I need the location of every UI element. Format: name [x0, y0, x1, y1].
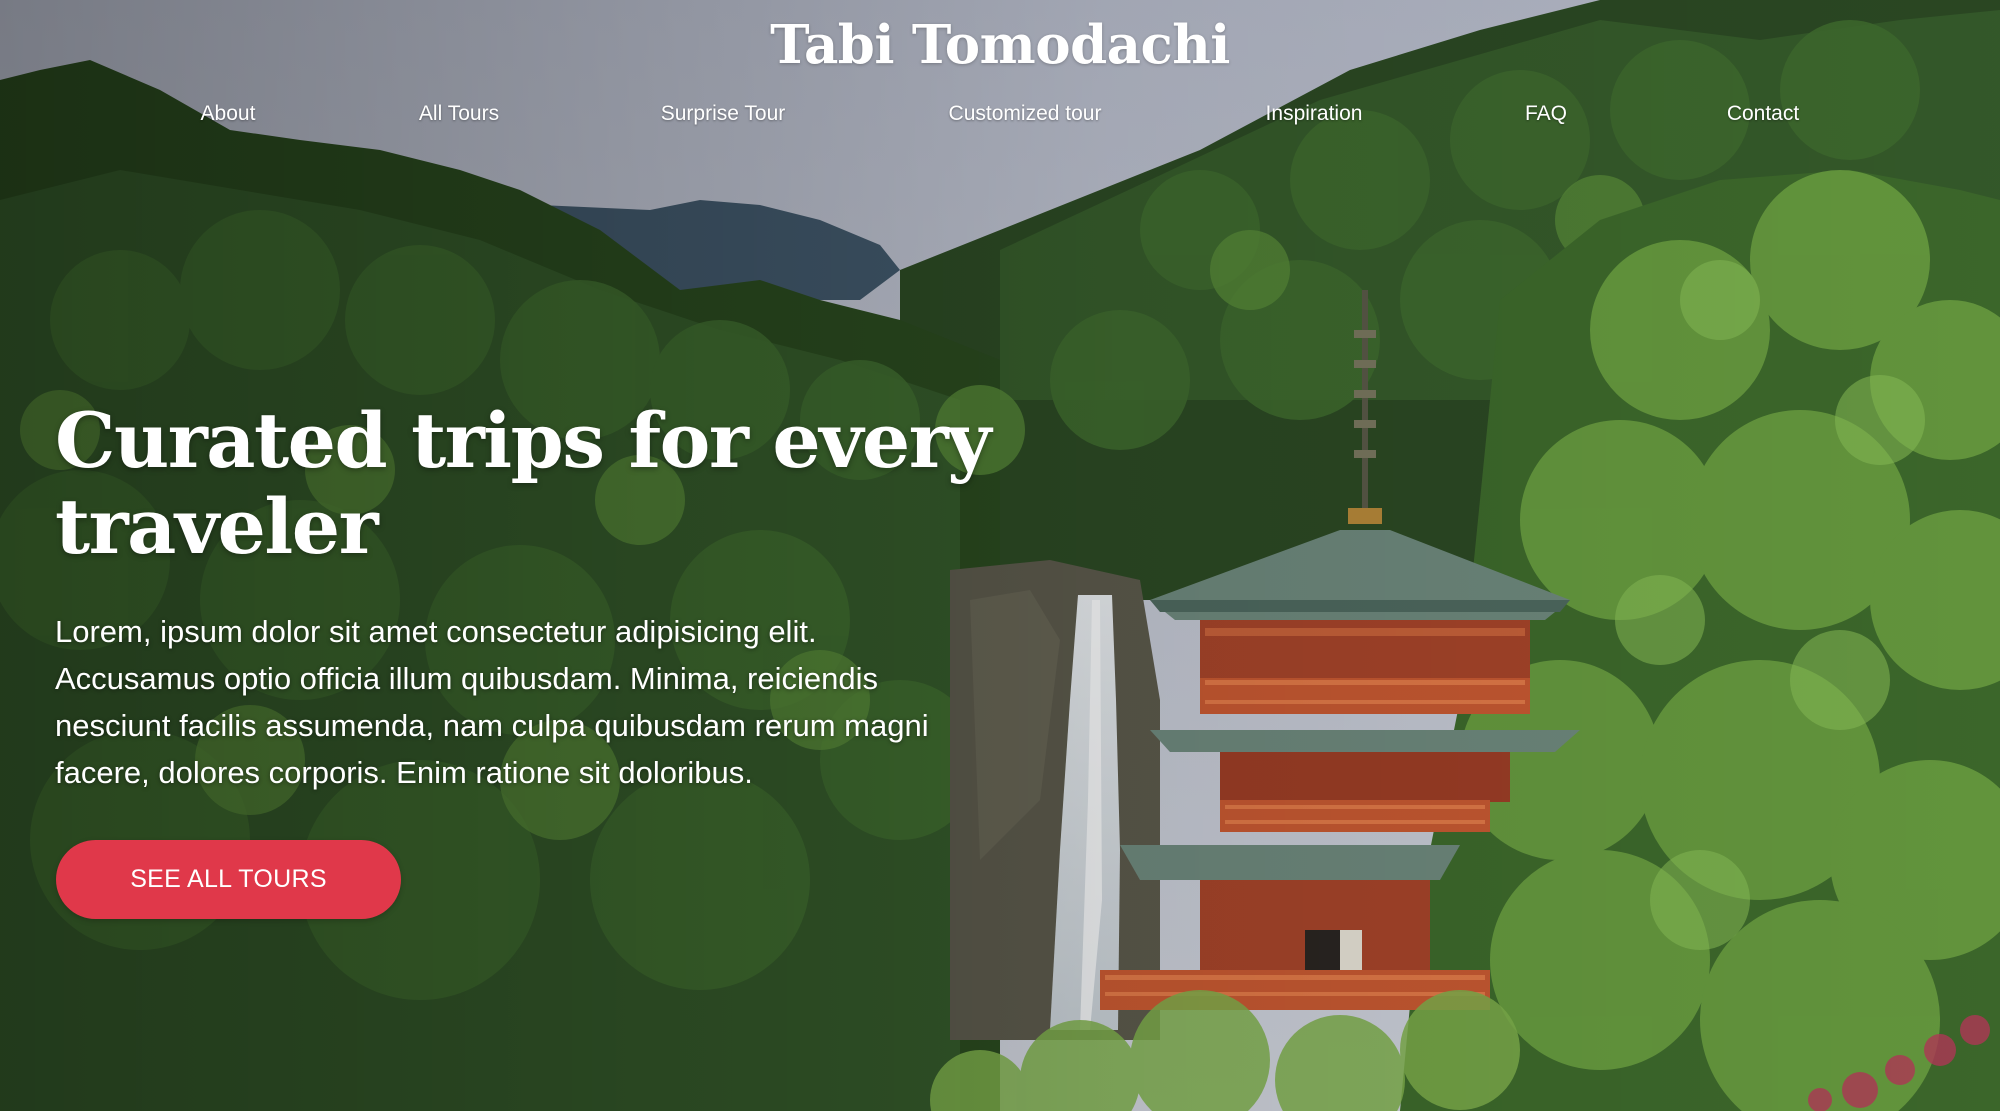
see-all-tours-button[interactable]: SEE ALL TOURS	[56, 840, 401, 919]
nav-faq[interactable]: FAQ	[1525, 102, 1567, 126]
nav-contact[interactable]: Contact	[1727, 102, 1799, 126]
site-logo[interactable]: Tabi Tomodachi	[0, 14, 2000, 76]
nav-about[interactable]: About	[201, 102, 256, 126]
nav-inspiration[interactable]: Inspiration	[1266, 102, 1363, 126]
nav-all-tours[interactable]: All Tours	[419, 102, 499, 126]
main-nav: About All Tours Surprise Tour Customized…	[0, 102, 2000, 138]
hero-headline: Curated trips for every traveler	[55, 396, 991, 571]
hero-section: Tabi Tomodachi About All Tours Surprise …	[0, 0, 2000, 1111]
nav-surprise-tour[interactable]: Surprise Tour	[661, 102, 786, 126]
nav-customized-tour[interactable]: Customized tour	[949, 102, 1102, 126]
hero-description: Lorem, ipsum dolor sit amet consectetur …	[55, 614, 929, 790]
